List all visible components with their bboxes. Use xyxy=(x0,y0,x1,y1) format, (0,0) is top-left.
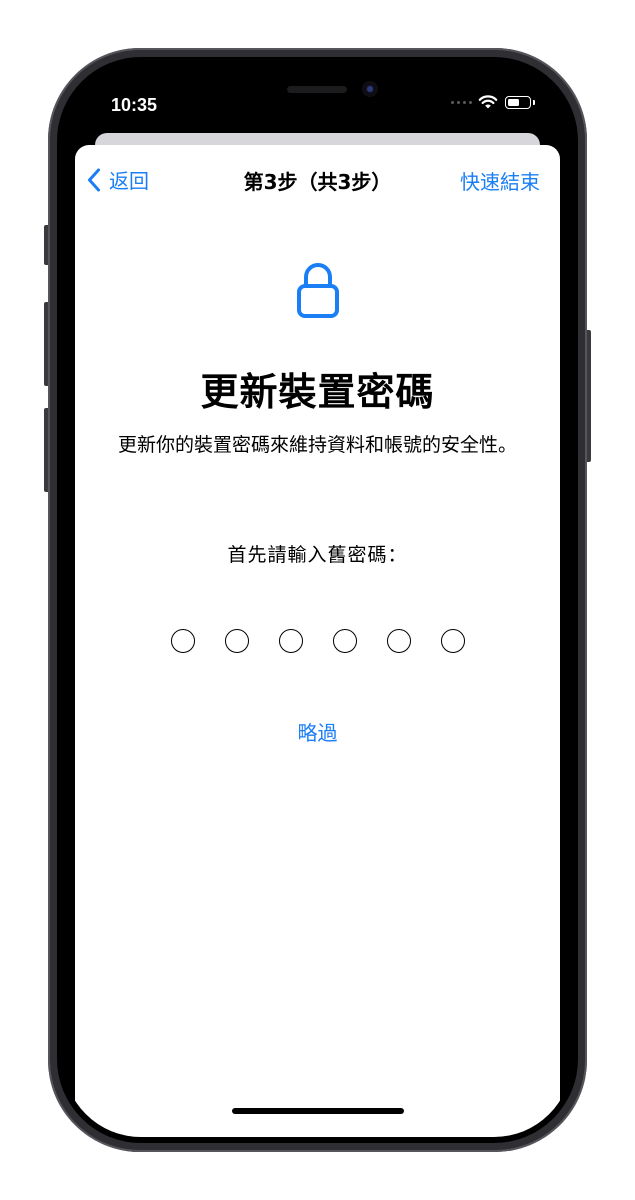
passcode-digit-1 xyxy=(171,629,195,653)
passcode-digit-6 xyxy=(441,629,465,653)
passcode-input[interactable] xyxy=(171,629,465,653)
old-passcode-prompt: 首先請輸入舊密碼： xyxy=(227,544,408,566)
passcode-digit-4 xyxy=(333,629,357,653)
quick-exit-button[interactable]: 快速結束 xyxy=(460,166,540,195)
lock-icon xyxy=(297,263,339,318)
page-title: 更新裝置密碼 xyxy=(200,370,435,414)
wifi-icon xyxy=(478,95,498,109)
skip-button[interactable]: 略過 xyxy=(298,721,338,745)
speaker-grille xyxy=(287,86,347,93)
battery-icon xyxy=(505,96,531,109)
modal-sheet: 返回 第3步（共3步） 快速結束 更新裝置密碼 更新你的裝置密碼來維持資料和帳號… xyxy=(75,145,560,1137)
battery-cap xyxy=(533,100,535,105)
passcode-digit-5 xyxy=(387,629,411,653)
home-indicator[interactable] xyxy=(232,1108,404,1114)
signal-dots-icon xyxy=(451,101,472,104)
phone-screen: 10:35 返回 第3步（共3步） 快速結束 更新裝置密碼 更新你的裝置密碼來維… xyxy=(63,63,572,1137)
passcode-digit-2 xyxy=(225,629,249,653)
status-time: 10:35 xyxy=(111,95,158,115)
description-text: 更新你的裝置密碼來維持資料和帳號的安全性。 xyxy=(117,434,517,456)
battery-level xyxy=(507,98,519,106)
passcode-digit-3 xyxy=(279,629,303,653)
canvas: 10:35 返回 第3步（共3步） 快速結束 更新裝置密碼 更新你的裝置密碼來維… xyxy=(0,0,635,1200)
front-camera xyxy=(362,81,378,97)
skip-row: 略過 xyxy=(75,717,560,746)
